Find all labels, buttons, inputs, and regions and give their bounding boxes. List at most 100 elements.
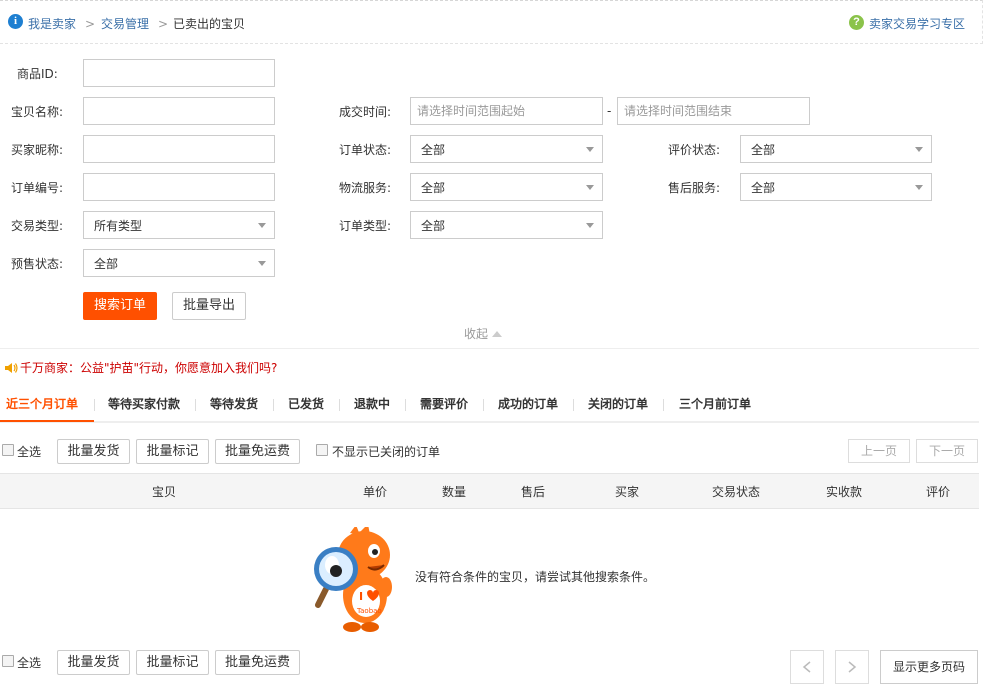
tab-shipped[interactable]: 已发货	[288, 397, 324, 411]
batch-free-shipping-button-bottom[interactable]: 批量免运费	[215, 650, 300, 675]
show-more-pages-button[interactable]: 显示更多页码	[880, 650, 978, 684]
taobao-mascot-icon: I Taobao	[314, 527, 392, 632]
seller-learning-link[interactable]: 卖家交易学习专区	[869, 17, 965, 32]
select-all-checkbox[interactable]	[2, 444, 14, 456]
hide-closed-label: 不显示已关闭的订单	[332, 445, 441, 459]
presale-status-label: 预售状态:	[11, 257, 64, 271]
select-all-checkbox-bottom[interactable]	[2, 655, 14, 667]
after-sale-label: 售后服务:	[668, 181, 721, 195]
empty-state-message: 没有符合条件的宝贝，请尝试其他搜索条件。	[415, 570, 656, 584]
order-no-label: 订单编号:	[11, 181, 64, 195]
tab-divider	[339, 399, 340, 411]
breadcrumb-item-seller[interactable]: 我是卖家	[28, 17, 76, 32]
breadcrumb-item-current: 已卖出的宝贝	[173, 17, 246, 31]
chevron-down-icon	[258, 261, 266, 266]
chevron-left-icon	[802, 661, 811, 673]
presale-status-value: 全部	[94, 257, 119, 271]
deal-time-end-input[interactable]: 请选择时间范围结束	[617, 97, 810, 125]
promo-notice[interactable]: 千万商家：公益"护苗"行动，你愿意加入我们吗?	[5, 361, 277, 375]
batch-ship-button-bottom[interactable]: 批量发货	[57, 650, 130, 675]
tab-closed[interactable]: 关闭的订单	[588, 397, 648, 411]
deal-time-start-input[interactable]: 请选择时间范围起始	[410, 97, 603, 125]
notice-text: 千万商家：公益"护苗"行动，你愿意加入我们吗?	[20, 361, 278, 375]
breadcrumb: i 我是卖家 > 交易管理 > 已卖出的宝贝 ? 卖家交易学习专区	[0, 0, 983, 44]
hide-closed-checkbox[interactable]	[316, 444, 328, 456]
order-type-select[interactable]: 全部	[410, 211, 603, 239]
item-name-input[interactable]	[83, 97, 275, 125]
batch-mark-button[interactable]: 批量标记	[136, 439, 209, 464]
table-header: 宝贝 单价 数量 售后 买家 交易状态 实收款 评价	[0, 473, 979, 509]
next-page-arrow-button[interactable]	[835, 650, 869, 684]
select-all-label-bottom: 全选	[17, 656, 42, 670]
logistics-select[interactable]: 全部	[410, 173, 603, 201]
breadcrumb-separator: >	[158, 17, 169, 31]
tab-divider	[483, 399, 484, 411]
tab-awaiting-shipment[interactable]: 等待发货	[210, 397, 258, 411]
column-trade-status: 交易状态	[712, 485, 761, 499]
tab-divider	[663, 399, 664, 411]
item-name-label: 宝贝名称:	[11, 105, 64, 119]
prev-page-button[interactable]: 上一页	[848, 439, 910, 463]
after-sale-select[interactable]: 全部	[740, 173, 932, 201]
breadcrumb-item-trade[interactable]: 交易管理	[101, 17, 149, 32]
collapse-label: 收起	[464, 327, 489, 341]
chevron-down-icon	[586, 223, 594, 228]
after-sale-value: 全部	[751, 181, 776, 195]
chevron-down-icon	[586, 185, 594, 190]
speaker-icon	[5, 363, 18, 373]
chevron-down-icon	[915, 147, 923, 152]
logistics-label: 物流服务:	[339, 181, 392, 195]
tab-needs-review[interactable]: 需要评价	[420, 397, 468, 411]
help-icon[interactable]: ?	[849, 15, 864, 30]
search-orders-button[interactable]: 搜索订单	[83, 292, 157, 320]
buyer-nick-label: 买家昵称:	[11, 143, 64, 157]
product-id-input[interactable]	[83, 59, 275, 87]
order-status-label: 订单状态:	[339, 143, 392, 157]
tab-divider	[573, 399, 574, 411]
select-all-label: 全选	[17, 445, 42, 459]
presale-status-select[interactable]: 全部	[83, 249, 275, 277]
review-status-value: 全部	[751, 143, 776, 157]
batch-ship-button[interactable]: 批量发货	[57, 439, 130, 464]
tab-successful[interactable]: 成功的订单	[498, 397, 558, 411]
collapse-toggle[interactable]: 收起	[464, 327, 503, 341]
chevron-down-icon	[258, 223, 266, 228]
column-review: 评价	[926, 485, 951, 499]
order-status-select[interactable]: 全部	[410, 135, 603, 163]
column-unit-price: 单价	[363, 485, 388, 499]
mascot-badge-i: I	[359, 590, 363, 603]
next-page-button[interactable]: 下一页	[916, 439, 978, 463]
chevron-down-icon	[915, 185, 923, 190]
tab-older-than-three-months[interactable]: 三个月前订单	[679, 397, 751, 411]
chevron-down-icon	[586, 147, 594, 152]
column-quantity: 数量	[442, 485, 467, 499]
buyer-nick-input[interactable]	[83, 135, 275, 163]
tab-divider	[195, 399, 196, 411]
order-type-label: 订单类型:	[339, 219, 392, 233]
tab-divider	[405, 399, 406, 411]
batch-mark-button-bottom[interactable]: 批量标记	[136, 650, 209, 675]
order-no-input[interactable]	[83, 173, 275, 201]
trade-type-select[interactable]: 所有类型	[83, 211, 275, 239]
trade-type-label: 交易类型:	[11, 219, 64, 233]
column-after-sale: 售后	[521, 485, 546, 499]
review-status-select[interactable]: 全部	[740, 135, 932, 163]
batch-export-button[interactable]: 批量导出	[172, 292, 246, 320]
prev-page-arrow-button[interactable]	[790, 650, 824, 684]
chevron-right-icon	[848, 661, 857, 673]
breadcrumb-separator: >	[85, 17, 96, 31]
batch-free-shipping-button[interactable]: 批量免运费	[215, 439, 300, 464]
product-id-label: 商品ID:	[17, 67, 58, 81]
tab-awaiting-payment[interactable]: 等待买家付款	[108, 397, 180, 411]
order-status-value: 全部	[421, 143, 446, 157]
deal-time-label: 成交时间:	[339, 105, 392, 119]
order-type-value: 全部	[421, 219, 446, 233]
tab-divider	[273, 399, 274, 411]
tab-refunding[interactable]: 退款中	[354, 397, 390, 411]
info-icon: i	[8, 14, 23, 29]
column-item: 宝贝	[152, 485, 177, 499]
tab-recent-three-months[interactable]: 近三个月订单	[6, 397, 78, 411]
tab-divider	[94, 399, 95, 411]
divider	[0, 348, 979, 349]
mascot-badge-text: Taobao	[356, 607, 382, 615]
